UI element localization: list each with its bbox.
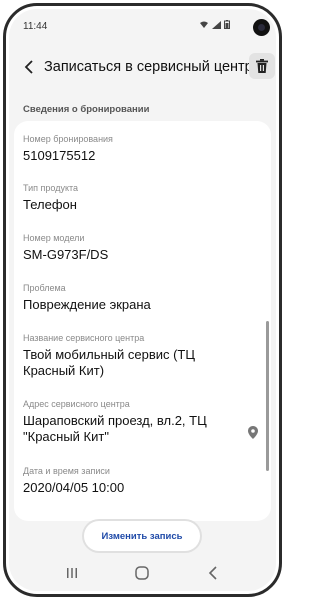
delete-button[interactable] xyxy=(249,53,275,79)
arrow-left-icon xyxy=(24,60,33,74)
field-booking-number: Номер бронирования 5109175512 xyxy=(23,134,237,164)
edit-booking-button[interactable]: Изменить запись xyxy=(84,521,200,551)
trash-icon xyxy=(256,59,268,73)
field-product-type: Тип продукта Телефон xyxy=(23,183,237,213)
status-icons xyxy=(199,20,230,29)
field-model-number: Номер модели SM-G973F/DS xyxy=(23,233,237,263)
app-bar: Записаться в сервисный центр xyxy=(9,49,276,85)
page-title: Записаться в сервисный центр xyxy=(44,59,253,75)
field-service-center-name: Название сервисного центра Твой мобильны… xyxy=(23,333,237,379)
field-value: Шараповский проезд, вл.2, ТЦ "Красный Ки… xyxy=(23,413,207,444)
scrollbar[interactable] xyxy=(266,321,269,471)
booking-details-card: Номер бронирования 5109175512 Тип продук… xyxy=(14,121,271,521)
field-value: Твой мобильный сервис (ТЦ Красный Кит) xyxy=(23,347,195,378)
field-value: 2020/04/05 10:00 xyxy=(23,480,125,495)
field-label: Название сервисного центра xyxy=(23,333,145,343)
field-value: Повреждение экрана xyxy=(23,297,151,312)
navigation-bar xyxy=(9,555,276,591)
phone-frame: 11:44 Записаться в сервисный центр Сведе… xyxy=(0,0,285,600)
field-value: SM-G973F/DS xyxy=(23,247,109,262)
field-value: 5109175512 xyxy=(23,148,96,163)
field-service-center-address: Адрес сервисного центра Шараповский прое… xyxy=(23,399,237,445)
field-label: Номер модели xyxy=(23,233,85,243)
section-header: Сведения о бронировании xyxy=(23,104,150,115)
location-button[interactable] xyxy=(248,426,258,444)
back-icon xyxy=(208,566,217,580)
location-pin-icon xyxy=(248,426,258,439)
field-label: Адрес сервисного центра xyxy=(23,399,130,409)
field-problem: Проблема Повреждение экрана xyxy=(23,283,237,313)
front-camera xyxy=(253,19,270,36)
wifi-icon xyxy=(200,21,208,28)
battery-icon xyxy=(224,20,230,29)
recents-icon xyxy=(67,568,78,578)
nav-recents-button[interactable] xyxy=(57,563,87,583)
screen: 11:44 Записаться в сервисный центр Сведе… xyxy=(9,9,276,591)
home-icon xyxy=(135,566,150,580)
field-label: Проблема xyxy=(23,283,66,293)
nav-home-button[interactable] xyxy=(127,563,157,583)
back-button[interactable] xyxy=(19,57,39,77)
field-appointment-datetime: Дата и время записи 2020/04/05 10:00 xyxy=(23,466,237,496)
field-label: Номер бронирования xyxy=(23,134,113,144)
signal-icon xyxy=(212,20,221,29)
nav-back-button[interactable] xyxy=(198,563,228,583)
status-bar: 11:44 xyxy=(9,9,276,36)
status-time: 11:44 xyxy=(23,21,48,32)
field-value: Телефон xyxy=(23,197,77,212)
field-label: Тип продукта xyxy=(23,183,79,193)
field-label: Дата и время записи xyxy=(23,466,110,476)
